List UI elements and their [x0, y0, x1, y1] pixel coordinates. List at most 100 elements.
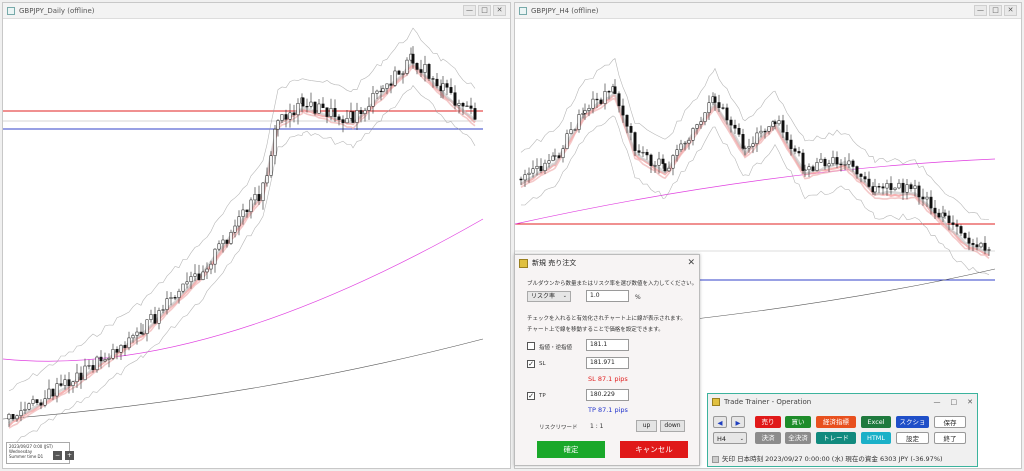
excel-button[interactable]: Excel: [861, 416, 891, 428]
candle-body: [31, 399, 35, 404]
candle-body: [561, 148, 565, 158]
sl-price-input[interactable]: 181.971: [586, 357, 629, 369]
candle-body: [305, 105, 309, 108]
limit-label: 指値・逆指値: [539, 345, 573, 351]
screenshot-button[interactable]: スクショ: [896, 416, 929, 428]
timeframe-select[interactable]: H4 ⌄: [713, 432, 747, 444]
candle-body: [551, 155, 555, 161]
economic-indicator-button[interactable]: 経済指標: [816, 416, 856, 428]
exit-button[interactable]: 終了: [934, 432, 966, 444]
sell-button[interactable]: 売り: [755, 416, 781, 428]
close-icon[interactable]: ✕: [967, 398, 973, 406]
candle-body: [393, 70, 397, 86]
limit-price-input[interactable]: 181.1: [586, 339, 629, 351]
daily-window-titlebar[interactable]: GBPJPY_Daily (offline) — □ ✕: [3, 3, 510, 19]
operation-titlebar[interactable]: Trade Trainer - Operation — □ ✕: [708, 394, 977, 409]
settle-button[interactable]: 決済: [755, 432, 781, 444]
candle-body: [401, 73, 405, 75]
html-button[interactable]: HTML: [861, 432, 891, 444]
long-ma-line: [3, 218, 484, 362]
zoom-out-icon[interactable]: −: [53, 451, 62, 460]
save-button[interactable]: 保存: [934, 416, 966, 428]
candle-body: [153, 314, 157, 324]
candle-body: [905, 184, 909, 193]
tp-label: TP: [539, 393, 546, 399]
up-button[interactable]: up: [636, 420, 657, 432]
note-text: チェックを入れると有効化されチャート上に線が表示されます。: [527, 316, 686, 322]
daily-price-chart[interactable]: 2023/09/27 0:00 (JST) Wednesday Summer t…: [3, 19, 510, 468]
candle-body: [423, 64, 427, 73]
candle-body: [27, 403, 31, 410]
h4-window-titlebar[interactable]: GBPJPY_H4 (offline) — □ ✕: [515, 3, 1021, 19]
zoom-in-icon[interactable]: +: [65, 451, 74, 460]
candle-body: [573, 129, 577, 131]
candle-body: [441, 83, 445, 92]
candle-body: [75, 372, 79, 382]
prev-bar-button[interactable]: ◀: [713, 416, 727, 428]
risk-type-select[interactable]: リスク率 ⌄: [527, 291, 571, 302]
candle-body: [79, 372, 83, 381]
minimize-icon[interactable]: —: [934, 398, 941, 406]
settle-all-button[interactable]: 全決済: [785, 432, 811, 444]
down-button[interactable]: down: [660, 420, 685, 432]
candle-body: [63, 379, 67, 386]
next-bar-button[interactable]: ▶: [731, 416, 745, 428]
candle-body: [23, 408, 27, 411]
daily-chart-canvas[interactable]: [3, 19, 510, 468]
candle-body: [729, 119, 733, 126]
candle-body: [161, 309, 165, 311]
candle-body: [933, 207, 937, 214]
candle-body: [181, 283, 185, 292]
candle-body: [703, 112, 707, 122]
candle-body: [553, 155, 557, 157]
candle-body: [807, 166, 811, 171]
minimize-icon[interactable]: —: [463, 5, 476, 16]
candle-body: [67, 379, 71, 386]
chevron-down-icon: ⌄: [562, 293, 567, 299]
limit-checkbox[interactable]: [527, 342, 535, 350]
candle-body: [835, 157, 839, 165]
candle-body: [473, 108, 477, 120]
candle-body: [355, 110, 359, 123]
candle-body: [145, 319, 149, 334]
candle-body: [909, 184, 913, 189]
candle-body: [663, 163, 667, 172]
dialog-titlebar[interactable]: 新規 売り注文 ✕: [515, 255, 699, 271]
candle-body: [415, 63, 419, 70]
candle-body: [881, 186, 885, 189]
confirm-button[interactable]: 確定: [537, 441, 605, 458]
trade-button[interactable]: トレード: [816, 432, 856, 444]
maximize-icon[interactable]: □: [478, 5, 491, 16]
buy-button[interactable]: 買い: [785, 416, 811, 428]
candle-body: [257, 194, 261, 201]
minimize-icon[interactable]: —: [974, 5, 987, 16]
chart-window-icon: [7, 6, 15, 15]
close-icon[interactable]: ✕: [687, 258, 695, 268]
candle-body: [855, 166, 859, 175]
candle-body: [157, 310, 161, 324]
daily-chart-window[interactable]: GBPJPY_Daily (offline) — □ ✕ 2023/09/27 …: [2, 2, 511, 469]
arrow-toggle-icon[interactable]: [712, 455, 719, 463]
close-icon[interactable]: ✕: [493, 5, 506, 16]
candle-body: [671, 155, 675, 169]
tp-price-input[interactable]: 180.229: [586, 389, 629, 401]
candle-body: [691, 128, 695, 141]
candle-body: [273, 128, 277, 156]
close-icon[interactable]: ✕: [1004, 5, 1017, 16]
candle-body: [565, 133, 569, 149]
tp-checkbox[interactable]: ✓: [527, 392, 535, 400]
candle-body: [217, 243, 221, 250]
candle-body: [99, 356, 103, 362]
maximize-icon[interactable]: □: [951, 398, 958, 406]
candle-body: [613, 86, 617, 94]
risk-value-input[interactable]: 1.0: [586, 290, 629, 302]
candle-body: [375, 90, 379, 94]
sl-checkbox[interactable]: ✓: [527, 360, 535, 368]
cancel-button[interactable]: キャンセル: [620, 441, 688, 458]
candle-body: [115, 349, 119, 353]
settings-button[interactable]: 設定: [896, 432, 929, 444]
maximize-icon[interactable]: □: [989, 5, 1002, 16]
candle-body: [345, 118, 349, 124]
candle-body: [233, 225, 237, 233]
candle-body: [7, 413, 11, 420]
